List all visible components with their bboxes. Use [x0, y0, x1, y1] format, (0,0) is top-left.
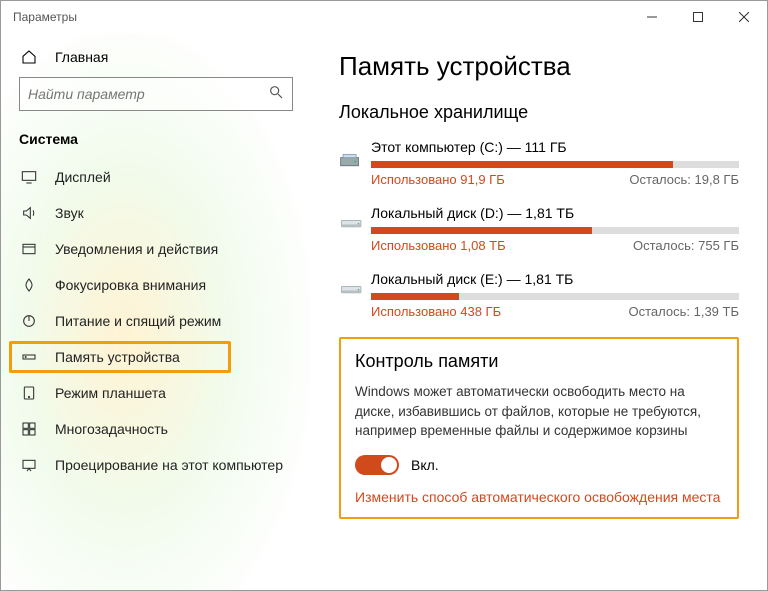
disk-icon: [339, 139, 371, 187]
sidebar-item-label: Многозадачность: [55, 421, 168, 437]
sidebar-item-label: Режим планшета: [55, 385, 166, 401]
disk-used: Использовано 1,08 ТБ: [371, 238, 506, 253]
sidebar-item-display[interactable]: Дисплей: [1, 159, 311, 195]
disk-usage-bar: [371, 161, 739, 168]
sidebar-item-storage[interactable]: Память устройства: [1, 339, 311, 375]
storage-sense-box: Контроль памяти Windows может автоматиче…: [339, 337, 739, 519]
search-field[interactable]: [28, 86, 268, 102]
multitask-icon: [19, 421, 39, 437]
page-title: Память устройства: [339, 51, 739, 82]
disk-row[interactable]: Локальный диск (E:) — 1,81 ТБ Использован…: [339, 271, 739, 319]
maximize-button[interactable]: [675, 1, 721, 33]
search-icon: [268, 84, 284, 105]
disk-row[interactable]: Локальный диск (D:) — 1,81 ТБ Использован…: [339, 205, 739, 253]
sidebar-item-focus[interactable]: Фокусировка внимания: [1, 267, 311, 303]
sidebar-item-sound[interactable]: Звук: [1, 195, 311, 231]
sidebar-item-multitask[interactable]: Многозадачность: [1, 411, 311, 447]
power-icon: [19, 313, 39, 329]
display-icon: [19, 169, 39, 185]
sidebar-item-label: Звук: [55, 205, 84, 221]
storage-sense-configure-link[interactable]: Изменить способ автоматического освобожд…: [355, 489, 723, 505]
main-content: Память устройства Локальное хранилище Эт…: [311, 33, 767, 590]
disk-used: Использовано 91,9 ГБ: [371, 172, 505, 187]
sidebar-item-notifications[interactable]: Уведомления и действия: [1, 231, 311, 267]
focus-icon: [19, 277, 39, 293]
sidebar: Главная Система Дисплей Звук Уведомления…: [1, 33, 311, 590]
disk-used: Использовано 438 ГБ: [371, 304, 501, 319]
titlebar: Параметры: [1, 1, 767, 33]
disk-name: Локальный диск (D:) — 1,81 ТБ: [371, 205, 739, 221]
disk-usage-bar: [371, 293, 739, 300]
disk-name: Локальный диск (E:) — 1,81 ТБ: [371, 271, 739, 287]
projecting-icon: [19, 457, 39, 473]
toggle-label: Вкл.: [411, 457, 439, 473]
home-label: Главная: [55, 49, 108, 65]
disk-free: Осталось: 19,8 ГБ: [629, 172, 739, 187]
storage-sense-title: Контроль памяти: [355, 351, 723, 372]
sidebar-item-label: Уведомления и действия: [55, 241, 218, 257]
sidebar-item-label: Память устройства: [55, 349, 180, 365]
search-input[interactable]: [19, 77, 293, 111]
sidebar-item-label: Питание и спящий режим: [55, 313, 221, 329]
minimize-button[interactable]: [629, 1, 675, 33]
close-button[interactable]: [721, 1, 767, 33]
category-label: Система: [1, 125, 311, 159]
window-title: Параметры: [13, 10, 77, 24]
sidebar-item-tablet[interactable]: Режим планшета: [1, 375, 311, 411]
sidebar-item-label: Дисплей: [55, 169, 111, 185]
settings-window: Параметры Главная Система Дисплей: [0, 0, 768, 591]
tablet-icon: [19, 385, 39, 401]
disk-free: Осталось: 1,39 ТБ: [629, 304, 740, 319]
sidebar-item-power[interactable]: Питание и спящий режим: [1, 303, 311, 339]
notifications-icon: [19, 241, 39, 257]
disk-name: Этот компьютер (C:) — 111 ГБ: [371, 139, 739, 155]
storage-sense-toggle[interactable]: [355, 455, 399, 475]
local-storage-heading: Локальное хранилище: [339, 102, 739, 123]
disk-usage-bar: [371, 227, 739, 234]
sidebar-item-projecting[interactable]: Проецирование на этот компьютер: [1, 447, 311, 483]
home-icon: [19, 49, 39, 65]
disk-free: Осталось: 755 ГБ: [633, 238, 739, 253]
disk-icon: [339, 205, 371, 253]
sidebar-item-label: Фокусировка внимания: [55, 277, 206, 293]
storage-sense-description: Windows может автоматически освободить м…: [355, 382, 723, 441]
sidebar-item-label: Проецирование на этот компьютер: [55, 457, 283, 473]
disk-row[interactable]: Этот компьютер (C:) — 111 ГБ Использовано…: [339, 139, 739, 187]
disk-icon: [339, 271, 371, 319]
home-button[interactable]: Главная: [1, 41, 311, 73]
storage-icon: [19, 349, 39, 365]
sound-icon: [19, 205, 39, 221]
